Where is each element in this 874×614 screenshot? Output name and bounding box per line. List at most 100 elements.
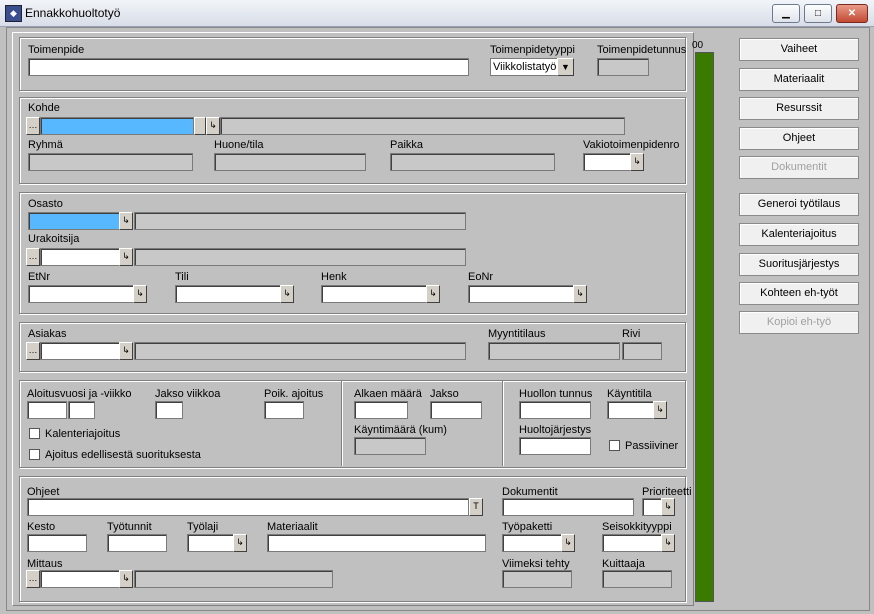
tyopaketti-input[interactable] xyxy=(502,534,562,552)
ajoitus-divider-1 xyxy=(341,381,343,466)
maximize-button[interactable]: □ xyxy=(804,4,832,23)
toimenpide-input[interactable] xyxy=(28,58,469,76)
etnr-input[interactable] xyxy=(28,285,134,303)
osasto-name-field xyxy=(134,212,466,230)
kayntitila-link-icon[interactable]: ↳ xyxy=(653,401,667,419)
asiakas-link-icon[interactable]: ↳ xyxy=(119,342,133,360)
ohjeet-label: Ohjeet xyxy=(27,486,60,498)
vakiotoimenpidenro-link-icon[interactable]: ↳ xyxy=(630,153,644,171)
huollon-tunnus-input[interactable] xyxy=(519,401,591,419)
seisokkityyppi-link-icon[interactable]: ↳ xyxy=(661,534,675,552)
kayntimaara-field xyxy=(354,437,426,455)
kuittaaja-label: Kuittaaja xyxy=(602,558,645,570)
henk-link-icon[interactable]: ↳ xyxy=(426,285,440,303)
huone-field xyxy=(214,153,366,171)
tyolaji-link-icon[interactable]: ↳ xyxy=(233,534,247,552)
progress-bar xyxy=(695,52,714,602)
eonr-input[interactable] xyxy=(468,285,574,303)
osasto-link-icon[interactable]: ↳ xyxy=(119,212,133,230)
henk-input[interactable] xyxy=(321,285,427,303)
kayntitila-label: Käyntitila xyxy=(607,388,652,400)
vakiotoimenpidenro-label: Vakiotoimenpidenro xyxy=(583,139,680,151)
tyopaketti-label: Työpaketti xyxy=(502,521,553,533)
etnr-link-icon[interactable]: ↳ xyxy=(133,285,147,303)
generoi-tyotilaus-button[interactable]: Generoi työtilaus xyxy=(739,193,859,216)
urakoitsija-lookup-button[interactable]: … xyxy=(26,248,40,266)
aloitusviikko-input[interactable] xyxy=(68,401,95,419)
viimeksi-label: Viimeksi tehty xyxy=(502,558,570,570)
suoritusjarjestys-button[interactable]: Suoritusjärjestys xyxy=(739,253,859,276)
rivi-field xyxy=(622,342,662,360)
window-title: Ennakkohuoltotyö xyxy=(25,6,121,20)
toimenpidetunnus-label: Toimenpidetunnus xyxy=(597,44,687,56)
tili-label: Tili xyxy=(175,271,189,283)
tyolaji-label: Työlaji xyxy=(187,521,219,533)
prioriteetti-input[interactable] xyxy=(642,498,662,516)
kohteen-eh-tyot-button[interactable]: Kohteen eh-työt xyxy=(739,282,859,305)
huoltojarjestys-input[interactable] xyxy=(519,437,591,455)
urakoitsija-link-icon[interactable]: ↳ xyxy=(119,248,133,266)
alkaen-input[interactable] xyxy=(354,401,408,419)
tyotunnit-input[interactable] xyxy=(107,534,167,552)
ohjeet-input[interactable] xyxy=(27,498,469,516)
huollon-tunnus-label: Huollon tunnus xyxy=(519,388,593,400)
kohde-lookup-button[interactable]: … xyxy=(26,117,40,135)
tili-input[interactable] xyxy=(175,285,281,303)
kohde-extra-button[interactable] xyxy=(194,117,206,135)
myyntitilaus-label: Myyntitilaus xyxy=(488,328,546,340)
huoltojarjestys-label: Huoltojärjestys xyxy=(519,424,592,436)
minimize-button[interactable]: ▁ xyxy=(772,4,800,23)
mittaus-input[interactable] xyxy=(40,570,120,588)
edellinen-checkbox[interactable] xyxy=(29,449,40,460)
ohjeet-text-button[interactable]: T xyxy=(469,498,483,516)
seisokkityyppi-input[interactable] xyxy=(602,534,662,552)
kalenteriajoitus-checkbox[interactable] xyxy=(29,428,40,439)
tyopaketti-link-icon[interactable]: ↳ xyxy=(561,534,575,552)
prioriteetti-link-icon[interactable]: ↳ xyxy=(661,498,675,516)
ohjeet-button[interactable]: Ohjeet xyxy=(739,127,859,150)
ryhma-label: Ryhmä xyxy=(28,139,63,151)
asiakas-input[interactable] xyxy=(40,342,120,360)
ajoitus-divider-2 xyxy=(502,381,504,466)
mittaus-label: Mittaus xyxy=(27,558,63,570)
materiaalit-label: Materiaalit xyxy=(267,521,318,533)
dokumentit-input[interactable] xyxy=(502,498,634,516)
kalenteriajoitus-button[interactable]: Kalenteriajoitus xyxy=(739,223,859,246)
asiakas-lookup-button[interactable]: … xyxy=(26,342,40,360)
eonr-link-icon[interactable]: ↳ xyxy=(573,285,587,303)
vaiheet-button[interactable]: Vaiheet xyxy=(739,38,859,61)
myyntitilaus-field xyxy=(488,342,620,360)
kuittaaja-field xyxy=(602,570,672,588)
passiiviner-label: Passiiviner xyxy=(625,440,679,452)
etnr-label: EtNr xyxy=(28,271,50,283)
materiaalit-input[interactable] xyxy=(267,534,486,552)
poik-ajoitus-input[interactable] xyxy=(264,401,304,419)
mittaus-link-icon[interactable]: ↳ xyxy=(119,570,133,588)
passiiviner-checkbox[interactable] xyxy=(609,440,620,451)
tili-link-icon[interactable]: ↳ xyxy=(280,285,294,303)
kesto-input[interactable] xyxy=(27,534,87,552)
vakiotoimenpidenro-input[interactable] xyxy=(583,153,631,171)
jakso-input[interactable] xyxy=(430,401,482,419)
resurssit-button[interactable]: Resurssit xyxy=(739,97,859,120)
kayntitila-input[interactable] xyxy=(607,401,654,419)
tyolaji-input[interactable] xyxy=(187,534,234,552)
mittaus-lookup-button[interactable]: … xyxy=(26,570,40,588)
aloitusvuosi-input[interactable] xyxy=(27,401,67,419)
kalenteriajoitus-label: Kalenteriajoitus xyxy=(45,428,121,440)
jakso-viikkoa-input[interactable] xyxy=(155,401,183,419)
urakoitsija-label: Urakoitsija xyxy=(28,233,80,245)
kohde-link-icon[interactable]: ↳ xyxy=(206,117,220,135)
toimenpidetyyppi-select[interactable]: Viikkolistatyö xyxy=(490,58,558,76)
osasto-input[interactable] xyxy=(28,212,120,230)
kesto-label: Kesto xyxy=(27,521,56,533)
paikka-label: Paikka xyxy=(390,139,424,151)
close-button[interactable]: ✕ xyxy=(836,4,868,23)
asiakas-name-field xyxy=(134,342,466,360)
urakoitsija-input[interactable] xyxy=(40,248,120,266)
toimenpidetyyppi-dropdown-icon[interactable]: ▼ xyxy=(557,58,574,76)
materiaalit-button[interactable]: Materiaalit xyxy=(739,68,859,91)
kohde-input[interactable] xyxy=(40,117,194,135)
kohde-name-field xyxy=(220,117,625,135)
kopioi-eh-tyo-button: Kopioi eh-työ xyxy=(739,311,859,334)
